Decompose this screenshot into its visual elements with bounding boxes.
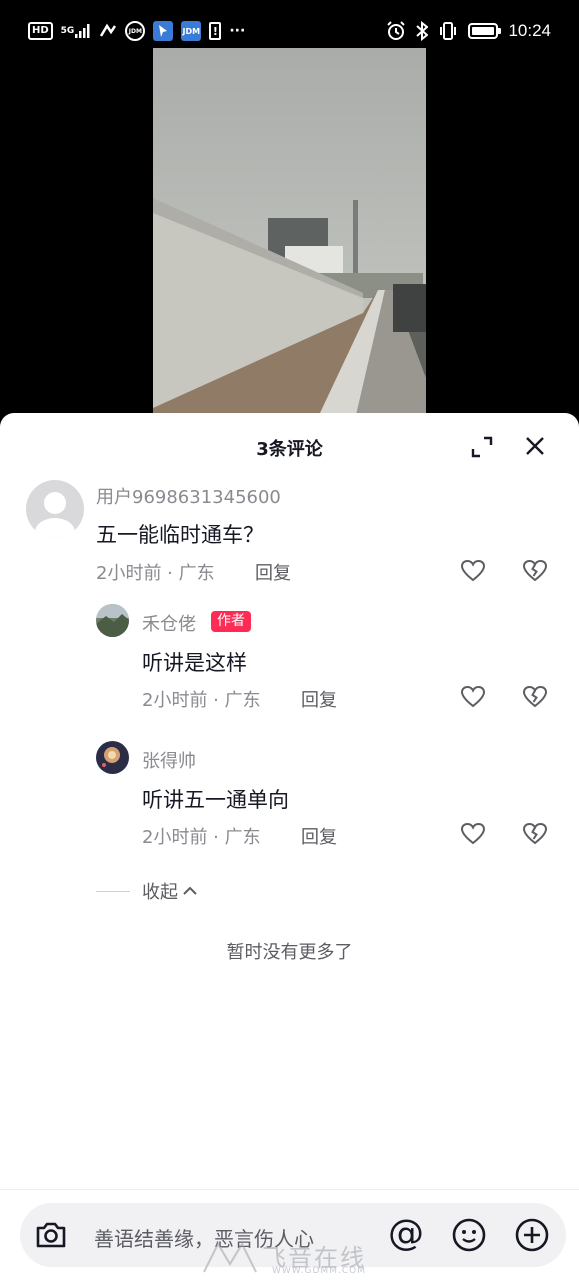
reply-button[interactable]: 回复 [301,823,337,849]
chevron-up-icon [182,883,198,899]
collapse-replies-button[interactable]: 收起 [96,878,198,904]
comment-text: 听讲是这样 [142,651,247,675]
watermark-logo-icon [203,1241,257,1273]
jdm-circle-icon: JDM [125,21,146,41]
comment-meta: 2小时前 · 广东 [142,690,261,711]
plus-icon[interactable] [514,1217,550,1253]
comment-text: 听讲五一通单向 [142,788,289,812]
comment-meta: 2小时前 · 广东 [142,827,261,848]
battery-icon [468,23,502,39]
watermark-url: WWW.GDMM.COM [272,1266,366,1276]
collapse-divider [96,890,130,892]
no-more-comments-text: 暂时没有更多了 [226,942,353,963]
author-badge: 作者 [211,611,251,632]
more-dots-icon: ··· [229,23,246,39]
reply-button[interactable]: 回复 [255,559,291,585]
broken-heart-icon[interactable] [522,558,548,584]
reply-item: 禾仓佬 作者 听讲是这样 2小时前 · 广东 回复 [0,603,579,723]
heart-icon[interactable] [460,684,486,710]
vibrate-icon [438,20,458,42]
heart-icon[interactable] [460,821,486,847]
video-player[interactable] [0,48,579,428]
site-watermark: 飞音在线 WWW.GDMM.COM [200,1238,400,1276]
comment-item: 用户9698631345600 五一能临时通车？ 2小时前 · 广东 回复 [0,479,579,599]
comment-sheet: 3条评论 用户9698631345600 五一能临时通车？ 2小时前 · 广东 … [0,413,579,1280]
video-frame[interactable] [153,48,426,428]
network-label: 5G [60,26,75,36]
comment-text: 五一能临时通车？ [96,523,264,547]
nfc-icon [99,20,117,42]
bluetooth-icon [416,20,429,42]
reply-item: 张得帅 听讲五一通单向 2小时前 · 广东 回复 [0,740,579,860]
avatar[interactable] [96,604,129,637]
comment-username[interactable]: 禾仓佬 [142,610,196,636]
reply-button[interactable]: 回复 [301,686,337,712]
jdm-square-icon: JDM [181,21,202,41]
heart-icon[interactable] [460,558,486,584]
collapse-label: 收起 [142,882,178,903]
alarm-icon [386,20,406,42]
broken-heart-icon[interactable] [522,684,548,710]
emoji-icon[interactable] [451,1217,487,1253]
comment-meta: 2小时前 · 广东 [96,563,215,584]
avatar[interactable] [26,480,84,538]
alert-icon: ! [209,22,222,40]
broken-heart-icon[interactable] [522,821,548,847]
video-still-image [153,48,426,428]
avatar[interactable] [96,741,129,774]
comment-username[interactable]: 用户9698631345600 [96,483,281,509]
map-pin-app-icon [153,21,174,41]
input-divider [0,1189,579,1190]
close-icon[interactable] [523,434,547,458]
comment-sheet-header: 3条评论 [0,413,579,479]
clock: 10:24 [508,21,551,40]
hd-icon: HD [28,22,53,40]
comment-username[interactable]: 张得帅 [142,747,196,773]
5g-signal-icon: 5G [61,20,92,42]
camera-icon[interactable] [34,1218,68,1252]
expand-icon[interactable] [470,435,494,459]
